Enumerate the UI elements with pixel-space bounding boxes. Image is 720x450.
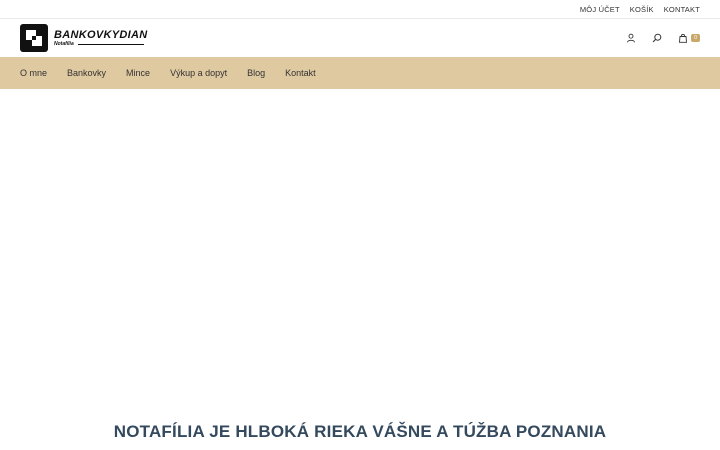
hero-area <box>0 89 720 420</box>
nav-item-mince[interactable]: Mince <box>126 68 150 78</box>
logo-mark-icon <box>20 24 48 52</box>
top-utility-bar: MÔJ ÚČET KOŠÍK KONTAKT <box>0 0 720 19</box>
main-navigation: O mne Bankovky Mince Výkup a dopyt Blog … <box>0 57 720 89</box>
logo-name: BANKOVKYDIAN <box>54 29 148 41</box>
nav-item-blog[interactable]: Blog <box>247 68 265 78</box>
my-account-link[interactable]: MÔJ ÚČET <box>580 5 620 14</box>
cart-button[interactable]: 0 <box>677 32 700 44</box>
cart-count-badge: 0 <box>691 34 700 42</box>
logo-tagline-row: Notafília <box>54 41 147 47</box>
logo-text: BANKOVKYDIAN Notafília <box>54 29 147 47</box>
nav-item-kontakt[interactable]: Kontakt <box>285 68 316 78</box>
header-icons: 0 <box>625 32 700 44</box>
nav-item-o-mne[interactable]: O mne <box>20 68 47 78</box>
site-header: BANKOVKYDIAN Notafília 0 <box>0 19 720 57</box>
logo-divider <box>77 43 144 45</box>
cart-link[interactable]: KOŠÍK <box>630 5 654 14</box>
nav-item-vykup[interactable]: Výkup a dopyt <box>170 68 227 78</box>
logo[interactable]: BANKOVKYDIAN Notafília <box>20 24 147 52</box>
user-icon[interactable] <box>625 32 637 44</box>
shopping-bag-icon <box>677 32 689 44</box>
nav-item-bankovky[interactable]: Bankovky <box>67 68 106 78</box>
contact-link[interactable]: KONTAKT <box>664 5 700 14</box>
search-icon[interactable] <box>651 32 663 44</box>
logo-tagline: Notafília <box>54 41 74 47</box>
page-headline: NOTAFÍLIA JE HLBOKÁ RIEKA VÁŠNE A TÚŽBA … <box>113 422 607 441</box>
